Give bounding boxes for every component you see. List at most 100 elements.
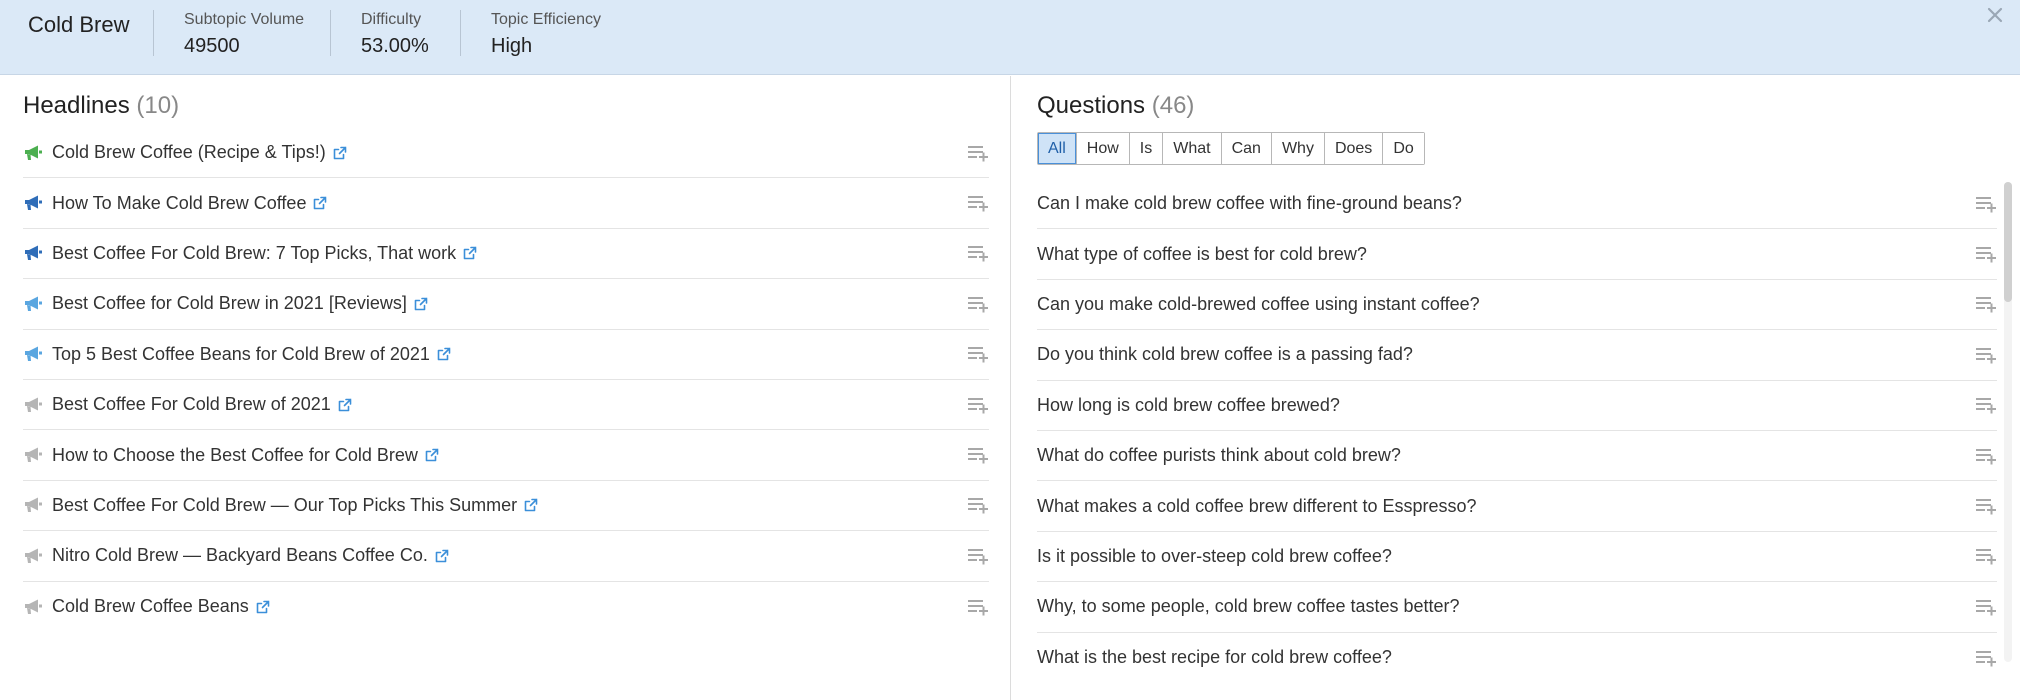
add-to-list-icon[interactable] [1975, 295, 1997, 313]
headline-row: Nitro Cold Brew — Backyard Beans Coffee … [23, 531, 989, 582]
filter-all-button[interactable]: All [1038, 133, 1077, 164]
add-to-list-icon[interactable] [1975, 396, 1997, 414]
filter-do-button[interactable]: Do [1383, 133, 1424, 164]
megaphone-icon [25, 296, 42, 311]
question-row: What type of coffee is best for cold bre… [1037, 229, 1997, 280]
metric-label: Difficulty [361, 11, 422, 28]
headline-text[interactable]: How To Make Cold Brew Coffee [52, 193, 306, 214]
topic-header: Cold Brew Subtopic Volume 49500 Difficul… [0, 0, 2020, 75]
metric-value: High [491, 35, 533, 57]
question-row: Why, to some people, cold brew coffee ta… [1037, 582, 1997, 633]
question-row: How long is cold brew coffee brewed? [1037, 381, 1997, 431]
megaphone-icon [25, 497, 42, 513]
external-link-icon[interactable] [333, 146, 347, 160]
close-icon [1987, 7, 2003, 23]
add-to-list-icon[interactable] [967, 194, 989, 212]
headlines-title: Headlines [23, 92, 130, 119]
add-to-list-icon[interactable] [967, 496, 989, 514]
headline-text[interactable]: Best Coffee for Cold Brew in 2021 [Revie… [52, 293, 407, 314]
headline-row: Best Coffee For Cold Brew of 2021 [23, 380, 989, 431]
headline-text[interactable]: Best Coffee For Cold Brew — Our Top Pick… [52, 495, 517, 516]
headline-row: How to Choose the Best Coffee for Cold B… [23, 430, 989, 481]
headline-text[interactable]: Best Coffee For Cold Brew of 2021 [52, 394, 331, 415]
question-text: What type of coffee is best for cold bre… [1037, 243, 1367, 264]
topic-title: Cold Brew [28, 12, 130, 37]
add-to-list-icon[interactable] [967, 396, 989, 414]
filter-can-button[interactable]: Can [1221, 133, 1272, 164]
headline-text[interactable]: Cold Brew Coffee Beans [52, 596, 249, 617]
questions-list: Can I make cold brew coffee with fine-gr… [1037, 179, 1997, 683]
filter-does-button[interactable]: Does [1324, 133, 1384, 164]
metric-topic-efficiency: Topic Efficiency High [491, 11, 601, 58]
add-to-list-icon[interactable] [967, 446, 989, 464]
external-link-icon[interactable] [437, 347, 451, 361]
question-text: Can I make cold brew coffee with fine-gr… [1037, 193, 1462, 214]
headline-row: Best Coffee For Cold Brew — Our Top Pick… [23, 481, 989, 532]
questions-title: Questions [1037, 92, 1146, 119]
external-link-icon[interactable] [313, 196, 327, 210]
question-row: What is the best recipe for cold brew co… [1037, 633, 1997, 683]
headlines-panel: Headlines (10) Cold Brew Coffee (Recipe … [0, 76, 1011, 700]
headlines-list: Cold Brew Coffee (Recipe & Tips!) How To … [23, 128, 989, 632]
divider [330, 10, 331, 56]
megaphone-icon [25, 397, 42, 412]
question-text: Do you think cold brew coffee is a passi… [1037, 344, 1413, 365]
headline-text[interactable]: Top 5 Best Coffee Beans for Cold Brew of… [52, 344, 430, 365]
question-text: Is it possible to over-steep cold brew c… [1037, 545, 1392, 566]
question-filter-group: All How Is What Can Why Does Do [1037, 132, 1425, 165]
add-to-list-icon[interactable] [1975, 195, 1997, 213]
close-button[interactable] [1984, 4, 2006, 28]
questions-scrollbar[interactable] [2004, 182, 2012, 662]
megaphone-icon [25, 195, 42, 211]
add-to-list-icon[interactable] [967, 295, 989, 313]
question-row: Can I make cold brew coffee with fine-gr… [1037, 179, 1997, 230]
divider [460, 10, 461, 56]
questions-panel: Questions (46) All How Is What Can Why Does Do … [1012, 76, 2020, 700]
question-row: What do coffee purists think about cold … [1037, 431, 1997, 482]
filter-why-button[interactable]: Why [1271, 133, 1325, 164]
add-to-list-icon[interactable] [967, 244, 989, 262]
headline-row: Cold Brew Coffee Beans [23, 582, 989, 632]
headline-row: Best Coffee for Cold Brew in 2021 [Revie… [23, 279, 989, 330]
headline-text[interactable]: Nitro Cold Brew — Backyard Beans Coffee … [52, 545, 428, 566]
external-link-icon[interactable] [425, 448, 439, 462]
add-to-list-icon[interactable] [967, 345, 989, 363]
external-link-icon[interactable] [524, 498, 538, 512]
filter-how-button[interactable]: How [1076, 133, 1130, 164]
megaphone-icon [25, 548, 42, 563]
add-to-list-icon[interactable] [1975, 346, 1997, 364]
external-link-icon[interactable] [435, 549, 449, 563]
question-row: Is it possible to over-steep cold brew c… [1037, 532, 1997, 583]
scrollbar-thumb[interactable] [2004, 182, 2012, 302]
add-to-list-icon[interactable] [1975, 245, 1997, 263]
filter-what-button[interactable]: What [1163, 133, 1222, 164]
metric-label: Subtopic Volume [184, 11, 305, 28]
add-to-list-icon[interactable] [1975, 447, 1997, 465]
external-link-icon[interactable] [414, 297, 428, 311]
question-row: Can you make cold-brewed coffee using in… [1037, 280, 1997, 331]
add-to-list-icon[interactable] [967, 598, 989, 616]
metric-subtopic-volume: Subtopic Volume 49500 [184, 11, 304, 58]
megaphone-icon [25, 447, 42, 463]
headlines-heading: Headlines (10) [23, 92, 179, 120]
headline-text[interactable]: How to Choose the Best Coffee for Cold B… [52, 445, 418, 466]
add-to-list-icon[interactable] [1975, 497, 1997, 515]
filter-is-button[interactable]: Is [1129, 133, 1164, 164]
external-link-icon[interactable] [256, 600, 270, 614]
question-row: What makes a cold coffee brew different … [1037, 481, 1997, 532]
question-text: What do coffee purists think about cold … [1037, 445, 1401, 466]
external-link-icon[interactable] [338, 398, 352, 412]
megaphone-icon [25, 245, 42, 261]
question-text: Can you make cold-brewed coffee using in… [1037, 293, 1480, 314]
question-text: What makes a cold coffee brew different … [1037, 495, 1477, 516]
add-to-list-icon[interactable] [967, 144, 989, 162]
headline-text[interactable]: Best Coffee For Cold Brew: 7 Top Picks, … [52, 243, 456, 264]
metric-label: Topic Efficiency [491, 11, 601, 28]
add-to-list-icon[interactable] [1975, 649, 1997, 667]
headline-row: How To Make Cold Brew Coffee [23, 178, 989, 229]
add-to-list-icon[interactable] [1975, 547, 1997, 565]
headline-text[interactable]: Cold Brew Coffee (Recipe & Tips!) [52, 142, 326, 163]
external-link-icon[interactable] [463, 246, 477, 260]
add-to-list-icon[interactable] [967, 547, 989, 565]
add-to-list-icon[interactable] [1975, 598, 1997, 616]
